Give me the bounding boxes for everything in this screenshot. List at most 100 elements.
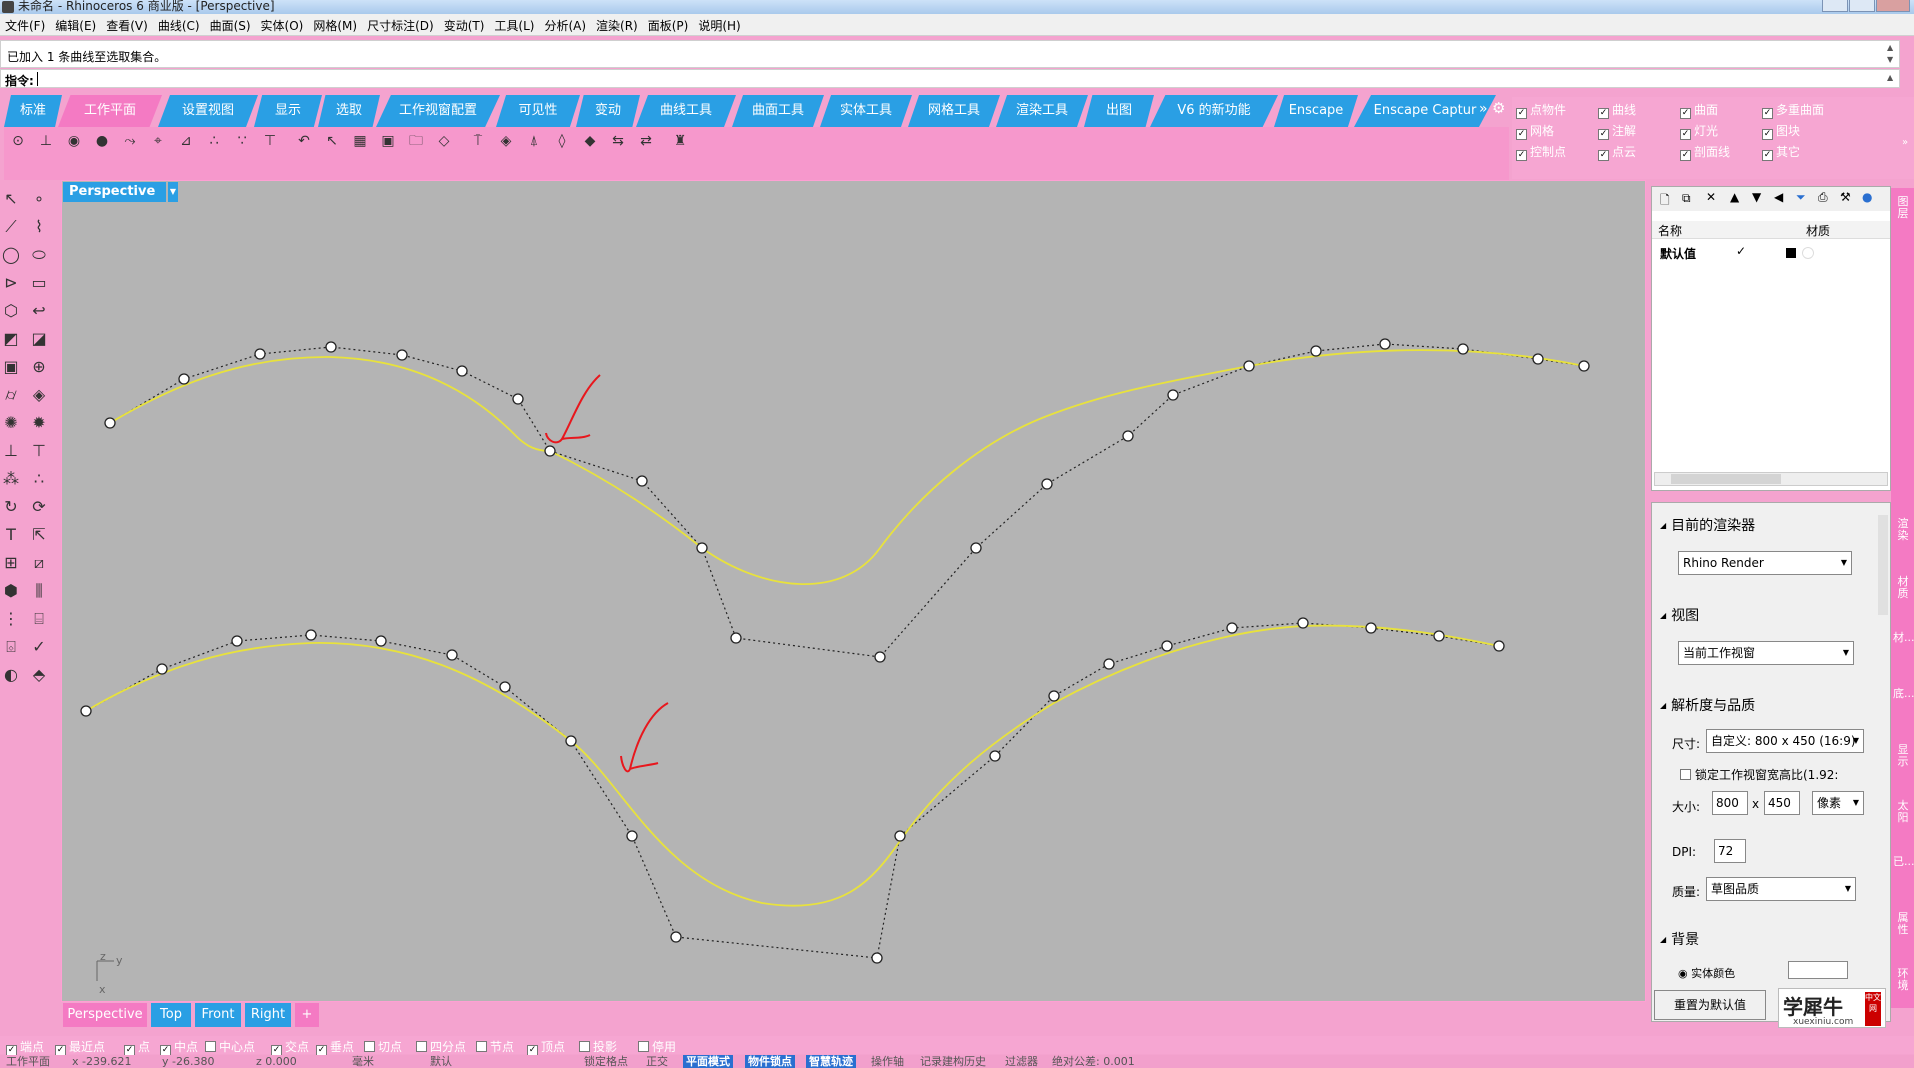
minimize-button[interactable]	[1822, 0, 1848, 12]
point-icon[interactable]: ∘	[28, 188, 50, 210]
vp-tab-front[interactable]: Front	[195, 1003, 241, 1027]
view-heading[interactable]: 视图	[1660, 605, 1699, 625]
background-heading[interactable]: 背景	[1660, 929, 1699, 949]
control-point[interactable]	[396, 349, 408, 361]
rectangle-icon[interactable]: ▭	[28, 272, 50, 294]
scroll-up-icon[interactable]: ▲	[1887, 43, 1897, 55]
control-point[interactable]	[1365, 622, 1377, 634]
reset-defaults-button[interactable]: 重置为默认值	[1654, 990, 1766, 1020]
control-point[interactable]	[1226, 622, 1238, 634]
control-point[interactable]	[874, 651, 886, 663]
delete-layer-icon[interactable]: ✕	[1706, 190, 1716, 204]
move-down-icon[interactable]: ▼	[1752, 190, 1761, 204]
control-point[interactable]	[1457, 343, 1469, 355]
control-point[interactable]	[626, 830, 638, 842]
control-point[interactable]	[1297, 617, 1309, 629]
menu-surface[interactable]: 曲面(S)	[205, 14, 256, 34]
menu-solid[interactable]: 实体(O)	[256, 14, 309, 34]
viewport-menu-icon[interactable]: ▼	[168, 182, 178, 202]
osnap-5[interactable]: ✓ 交点	[271, 1038, 309, 1056]
tab-visibility[interactable]: 可见性	[496, 95, 580, 127]
more-tabs-icon[interactable]: »	[1479, 101, 1488, 117]
side-tab-materials[interactable]: 材质	[1893, 576, 1913, 600]
tab-standard[interactable]: 标准	[4, 95, 62, 127]
status-item-3[interactable]: 物件锁点	[745, 1055, 795, 1068]
control-point-curve-icon[interactable]: ⌇	[28, 216, 50, 238]
new-layer-icon[interactable]: 🗋	[1660, 191, 1670, 212]
menu-view[interactable]: 查看(V)	[101, 14, 153, 34]
control-point[interactable]	[1122, 430, 1134, 442]
viewport-canvas[interactable]: z y x	[62, 181, 1647, 1003]
current-layer-check[interactable]: ✓	[1736, 244, 1746, 258]
polygon-icon[interactable]: ⬡	[0, 300, 22, 322]
control-point[interactable]	[156, 663, 168, 675]
cplane-icon-11[interactable]: ↶	[294, 131, 314, 151]
filter-meshes[interactable]: ✓ 网格	[1516, 122, 1554, 140]
tab-new-in-v6[interactable]: V6 的新功能	[1150, 95, 1278, 127]
gear-icon[interactable]: ⚙	[1492, 99, 1505, 117]
filter-curves[interactable]: ✓ 曲线	[1598, 101, 1636, 119]
dimension-icon[interactable]: ⊥	[0, 440, 22, 462]
filter-control-points[interactable]: ✓ 控制点	[1516, 143, 1566, 161]
side-tab-named[interactable]: 已...	[1893, 856, 1914, 868]
grid-icon[interactable]: ▦	[350, 131, 370, 151]
group-icon[interactable]: ⁂	[0, 468, 22, 490]
cplane-icon-16[interactable]: ◇	[434, 131, 454, 151]
control-point[interactable]	[1379, 338, 1391, 350]
vp-tab-right[interactable]: Right	[245, 1003, 291, 1027]
status-item-8[interactable]: 绝对公差: 0.001	[1052, 1055, 1135, 1068]
control-point[interactable]	[1041, 478, 1053, 490]
save-cplane-icon[interactable]: ▣	[378, 131, 398, 151]
control-point[interactable]	[565, 735, 577, 747]
status-item-7[interactable]: 过滤器	[1005, 1055, 1038, 1068]
vp-tab-top[interactable]: Top	[151, 1003, 191, 1027]
tab-transform[interactable]: 变动	[576, 95, 640, 127]
add-viewport-tab-icon[interactable]: +	[295, 1003, 319, 1027]
side-tab-sun[interactable]: 太阳	[1893, 800, 1913, 824]
control-point[interactable]	[1578, 360, 1590, 372]
help-icon[interactable]: ●	[1862, 190, 1872, 204]
select-arrow-icon[interactable]: ↖	[0, 188, 22, 210]
tab-solid-tools[interactable]: 实体工具	[820, 95, 912, 127]
control-point[interactable]	[375, 635, 387, 647]
cylinder-icon[interactable]: ⌭	[0, 384, 22, 406]
tab-viewport-layout[interactable]: 工作视窗配置	[376, 95, 500, 127]
tab-drafting[interactable]: 出图	[1084, 95, 1154, 127]
cplane-icon-1[interactable]: ⊙	[8, 131, 28, 151]
render-icon[interactable]: ◐	[0, 664, 22, 686]
control-point[interactable]	[80, 705, 92, 717]
status-layer[interactable]: 默认	[430, 1055, 452, 1068]
status-item-6[interactable]: 记录建构历史	[920, 1055, 986, 1068]
osnap-12[interactable]: 停用	[638, 1038, 676, 1055]
polyline-icon[interactable]: ⟋	[0, 216, 22, 238]
tab-mesh-tools[interactable]: 网格工具	[908, 95, 1000, 127]
osnap-1[interactable]: ✓ 最近点	[55, 1038, 105, 1056]
control-point[interactable]	[1493, 640, 1505, 652]
resolution-heading[interactable]: 解析度与品质	[1660, 695, 1755, 715]
current-renderer-heading[interactable]: 目前的渲染器	[1660, 515, 1755, 535]
check-icon[interactable]: ✓	[28, 636, 50, 658]
cplane-icon-21[interactable]: ◆	[580, 131, 600, 151]
size-select[interactable]: 自定义: 800 x 450 (16:9) ▼	[1706, 729, 1864, 753]
box-icon[interactable]: ▣	[0, 356, 22, 378]
viewport-perspective[interactable]: z y x	[61, 180, 1646, 1002]
side-tab-display[interactable]: 显示	[1893, 744, 1913, 768]
control-point[interactable]	[970, 542, 982, 554]
control-point[interactable]	[1167, 389, 1179, 401]
command-dropdown-icon[interactable]: ▲	[1887, 73, 1897, 85]
width-input[interactable]: 800	[1712, 791, 1748, 815]
tab-enscape-capture[interactable]: Enscape Captur	[1354, 95, 1496, 127]
cplane-icon-23[interactable]: ⇄	[636, 131, 656, 151]
tab-display[interactable]: 显示	[254, 95, 322, 127]
control-point[interactable]	[670, 931, 682, 943]
menu-transform[interactable]: 变动(T)	[439, 14, 490, 34]
bg-color-swatch[interactable]	[1788, 961, 1848, 979]
cplane-icon-18[interactable]: ◈	[496, 131, 516, 151]
control-point[interactable]	[1161, 640, 1173, 652]
menu-analyze[interactable]: 分析(A)	[539, 14, 591, 34]
cplane-icon-10[interactable]: ⊤	[260, 131, 280, 151]
filter-others[interactable]: ✓ 其它	[1762, 143, 1800, 161]
control-point[interactable]	[871, 952, 883, 964]
control-point[interactable]	[1532, 353, 1544, 365]
filter-surfaces[interactable]: ✓ 曲面	[1680, 101, 1718, 119]
